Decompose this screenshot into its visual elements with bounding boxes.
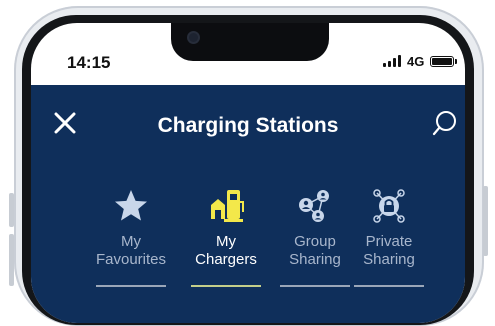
battery-icon (430, 55, 458, 67)
page-title: Charging Stations (157, 114, 339, 137)
star-icon (115, 190, 147, 221)
cellular-signal-icon (383, 55, 401, 67)
volume-up-button (9, 193, 14, 227)
search-icon[interactable] (431, 109, 459, 139)
charger-station-icon (211, 190, 244, 222)
tab-label: Group Sharing (289, 233, 341, 268)
tab-underline (191, 285, 261, 287)
tab-label: My Chargers (195, 233, 257, 268)
status-indicators: 4G (383, 52, 458, 70)
tab-label: My Favourites (95, 233, 167, 268)
volume-down-button (9, 234, 14, 286)
tab-private-sharing[interactable]: Private Sharing (351, 188, 427, 306)
tab-group-sharing[interactable]: Group Sharing (277, 188, 353, 306)
app-header: Charging Stations My Favourites My Charg… (31, 85, 465, 323)
status-time: 14:15 (67, 53, 111, 72)
power-button (483, 186, 488, 256)
tab-underline (354, 285, 424, 287)
tab-underline (96, 285, 166, 287)
tab-underline (280, 285, 350, 287)
tab-label: Private Sharing (363, 233, 415, 268)
notch (171, 23, 329, 61)
front-camera-icon (189, 33, 198, 42)
tab-my-chargers[interactable]: My Chargers (188, 188, 264, 306)
station-tabs: My Favourites My Chargers Group Sharing … (93, 188, 424, 308)
private-sharing-icon (373, 189, 405, 223)
network-type: 4G (407, 53, 425, 69)
group-sharing-icon (299, 190, 329, 222)
tab-my-favourites[interactable]: My Favourites (93, 188, 169, 306)
phone-screen: 14:15 4G Charging Stations MyFavourites (31, 23, 465, 323)
